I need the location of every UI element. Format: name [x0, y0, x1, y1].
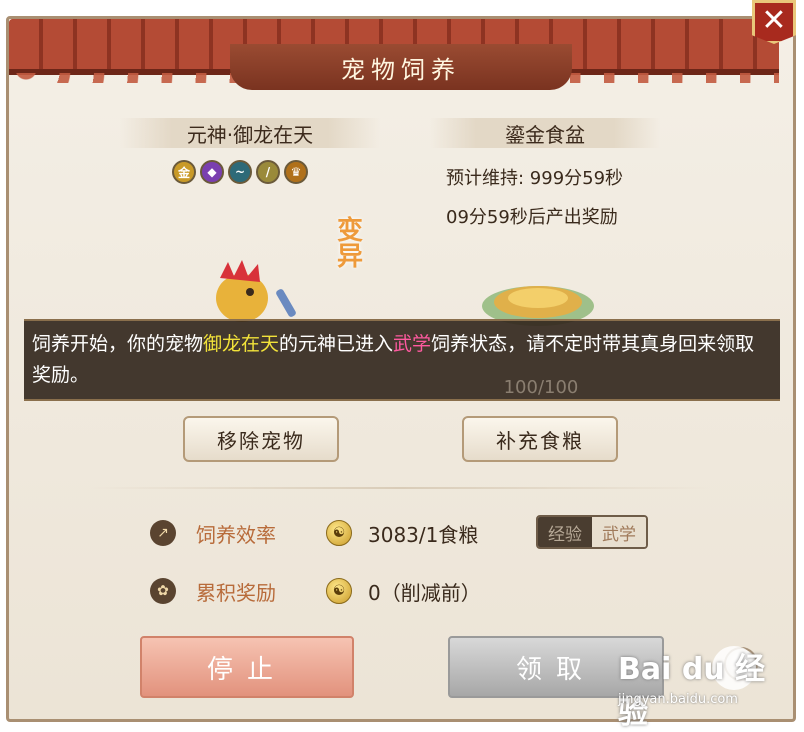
- accumulated-reward-value: 0（削减前）: [368, 581, 481, 605]
- estimated-duration: 预计维持: 999分59秒: [446, 168, 624, 189]
- efficiency-value: 3083/1食粮: [368, 523, 479, 547]
- close-button[interactable]: ✕: [752, 0, 796, 44]
- watermark-site: jingyan.baidu.com: [618, 692, 738, 707]
- efficiency-icon: ↗: [150, 520, 176, 546]
- notice-mode: 武学: [393, 333, 432, 355]
- purple-gem-icon: ◆: [200, 160, 224, 184]
- mode-toggle-experience[interactable]: 经验: [538, 517, 592, 547]
- efficiency-label: 饲养效率: [196, 523, 276, 547]
- divider: [90, 487, 710, 489]
- food-bowl-name: 鎏金食盆: [430, 118, 660, 148]
- reward-icon: ✿: [150, 578, 176, 604]
- remove-pet-button[interactable]: 移除宠物: [183, 416, 339, 462]
- pet-dragon-image: [216, 260, 296, 322]
- add-food-button[interactable]: 补充食粮: [462, 416, 618, 462]
- mode-toggle[interactable]: 经验 武学: [536, 515, 648, 549]
- coin-icon: ☯: [326, 578, 352, 604]
- water-element-icon: ~: [228, 160, 252, 184]
- coin-icon: ☯: [326, 520, 352, 546]
- notice-middle: 的元神已进入: [279, 333, 394, 355]
- baidu-watermark: Bai du 经验 jingyan.baidu.com: [618, 644, 788, 731]
- mode-toggle-wuxue[interactable]: 武学: [592, 517, 646, 547]
- food-capacity: 100/100: [503, 377, 579, 398]
- stop-button[interactable]: 停止: [140, 636, 354, 698]
- watermark-logo: Bai du 经验: [618, 652, 766, 731]
- notice-pet-name: 御龙在天: [203, 333, 280, 355]
- notice-prefix: 饲养开始，你的宠物: [32, 333, 204, 355]
- pet-name: 元神·御龙在天: [120, 118, 380, 148]
- mutation-label: 变异: [336, 216, 363, 272]
- accumulated-reward-label: 累积奖励: [196, 581, 276, 605]
- feeding-started-notice: 饲养开始，你的宠物御龙在天的元神已进入武学饲养状态，请不定时带其真身回来领取奖励…: [24, 319, 780, 401]
- gold-element-icon: 金: [172, 160, 196, 184]
- reward-countdown: 09分59秒后产出奖励: [446, 207, 618, 228]
- wood-element-icon: /: [256, 160, 280, 184]
- window-title: 宠物饲养: [230, 44, 572, 90]
- crown-icon: ♛: [284, 160, 308, 184]
- pet-element-icons: 金 ◆ ~ / ♛: [172, 160, 308, 184]
